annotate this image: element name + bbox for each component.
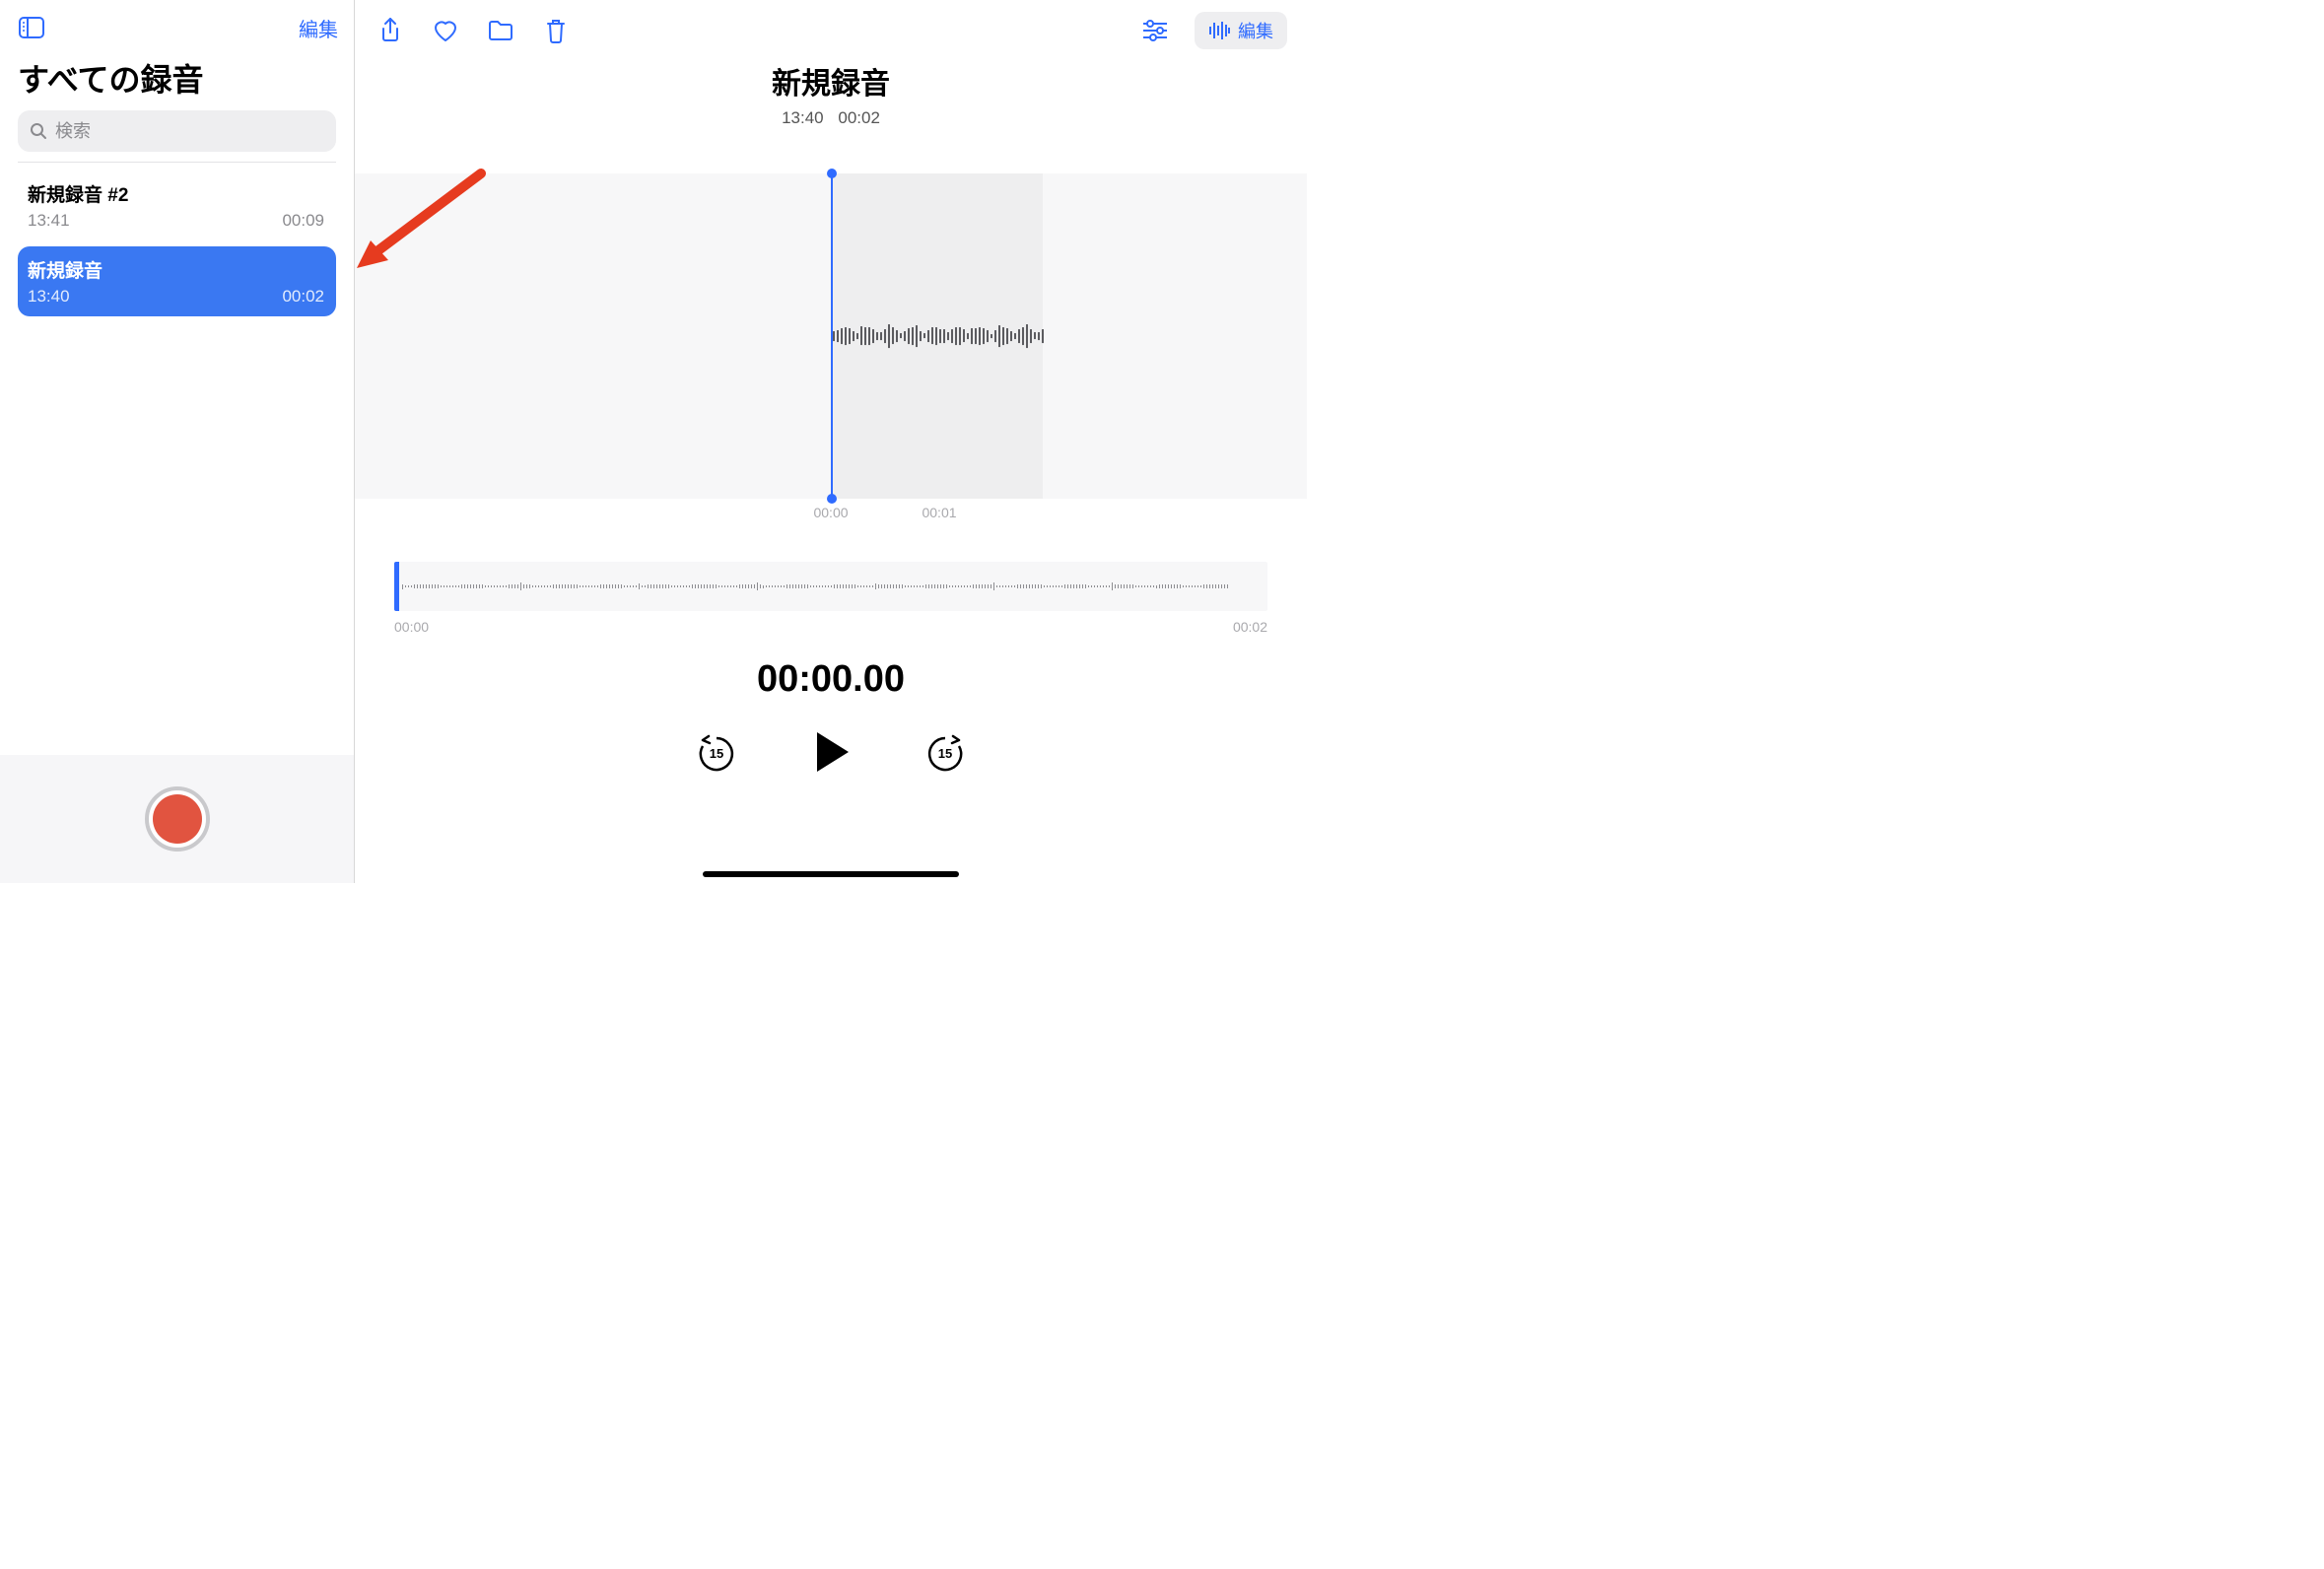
waveform-bars: [833, 324, 1044, 348]
recording-duration: 00:02: [282, 287, 324, 307]
skip-back-button[interactable]: 15: [695, 730, 738, 774]
recording-header-title: 新規録音: [355, 59, 1307, 102]
recording-time: 13:41: [28, 211, 70, 231]
playback-time: 00:00.00: [355, 658, 1307, 701]
skip-back-15-icon: 15: [695, 730, 738, 774]
overview-track: 00:00 00:02: [394, 562, 1267, 635]
overview-end-label: 00:02: [1233, 619, 1267, 635]
sidebar: 編集 すべての録音 新規録音 #2 13:41 00:09 新規録音 13:40…: [0, 0, 355, 883]
sidebar-edit-button[interactable]: 編集: [299, 14, 338, 42]
recording-item[interactable]: 新規録音 13:40 00:02: [18, 246, 336, 316]
sliders-icon: [1141, 19, 1169, 42]
playback-controls: 15 15: [355, 728, 1307, 776]
svg-text:15: 15: [710, 746, 723, 761]
main-toolbar: 編集: [355, 0, 1307, 57]
delete-button[interactable]: [540, 15, 572, 46]
recording-title: 新規録音 #2: [28, 180, 324, 207]
sidebar-topbar: 編集: [0, 0, 354, 51]
recording-time: 13:40: [28, 287, 70, 307]
overview-bars: [402, 580, 1260, 593]
skip-forward-15-icon: 15: [923, 730, 967, 774]
favorite-button[interactable]: [430, 15, 461, 46]
recording-header: 新規録音 13:40 00:02: [355, 59, 1307, 128]
recording-item[interactable]: 新規録音 #2 13:41 00:09: [18, 171, 336, 240]
recording-duration: 00:09: [282, 211, 324, 231]
sidebar-toggle-icon[interactable]: [16, 12, 47, 43]
search-input[interactable]: [55, 121, 324, 142]
tick-label: 00:01: [922, 505, 956, 520]
play-button[interactable]: [807, 728, 854, 776]
tick-label: 00:00: [813, 505, 848, 520]
waveform-main[interactable]: [355, 173, 1307, 499]
play-icon: [807, 728, 854, 776]
overview-playhead[interactable]: [394, 562, 399, 611]
options-button[interactable]: [1139, 15, 1171, 46]
recording-header-duration: 00:02: [838, 108, 880, 127]
waveform-playhead[interactable]: [831, 173, 833, 499]
folder-icon: [487, 19, 514, 42]
share-button[interactable]: [375, 15, 406, 46]
home-indicator[interactable]: [703, 871, 959, 877]
recording-header-time: 13:40: [782, 108, 824, 127]
waveform-icon: [1208, 21, 1230, 40]
search-field[interactable]: [18, 110, 336, 152]
main-pane: 編集 新規録音 13:40 00:02 00:00 00:01 00:00 00…: [355, 0, 1307, 883]
sidebar-title: すべての録音: [0, 51, 354, 110]
waveform-edit-button[interactable]: 編集: [1195, 12, 1287, 49]
record-button[interactable]: [145, 786, 210, 852]
overview-start-label: 00:00: [394, 619, 429, 635]
heart-icon: [432, 18, 459, 43]
recording-title: 新規録音: [28, 256, 324, 283]
record-icon: [153, 794, 202, 844]
svg-text:15: 15: [938, 746, 952, 761]
sidebar-footer: [0, 755, 354, 883]
search-icon: [30, 122, 47, 140]
overview-waveform[interactable]: [394, 562, 1267, 611]
trash-icon: [544, 17, 568, 44]
skip-forward-button[interactable]: 15: [923, 730, 967, 774]
waveform-edit-label: 編集: [1238, 18, 1273, 43]
waveform-ticks: 00:00 00:01: [355, 499, 1307, 528]
folder-button[interactable]: [485, 15, 516, 46]
share-icon: [378, 17, 402, 44]
recording-list: 新規録音 #2 13:41 00:09 新規録音 13:40 00:02: [0, 163, 354, 755]
